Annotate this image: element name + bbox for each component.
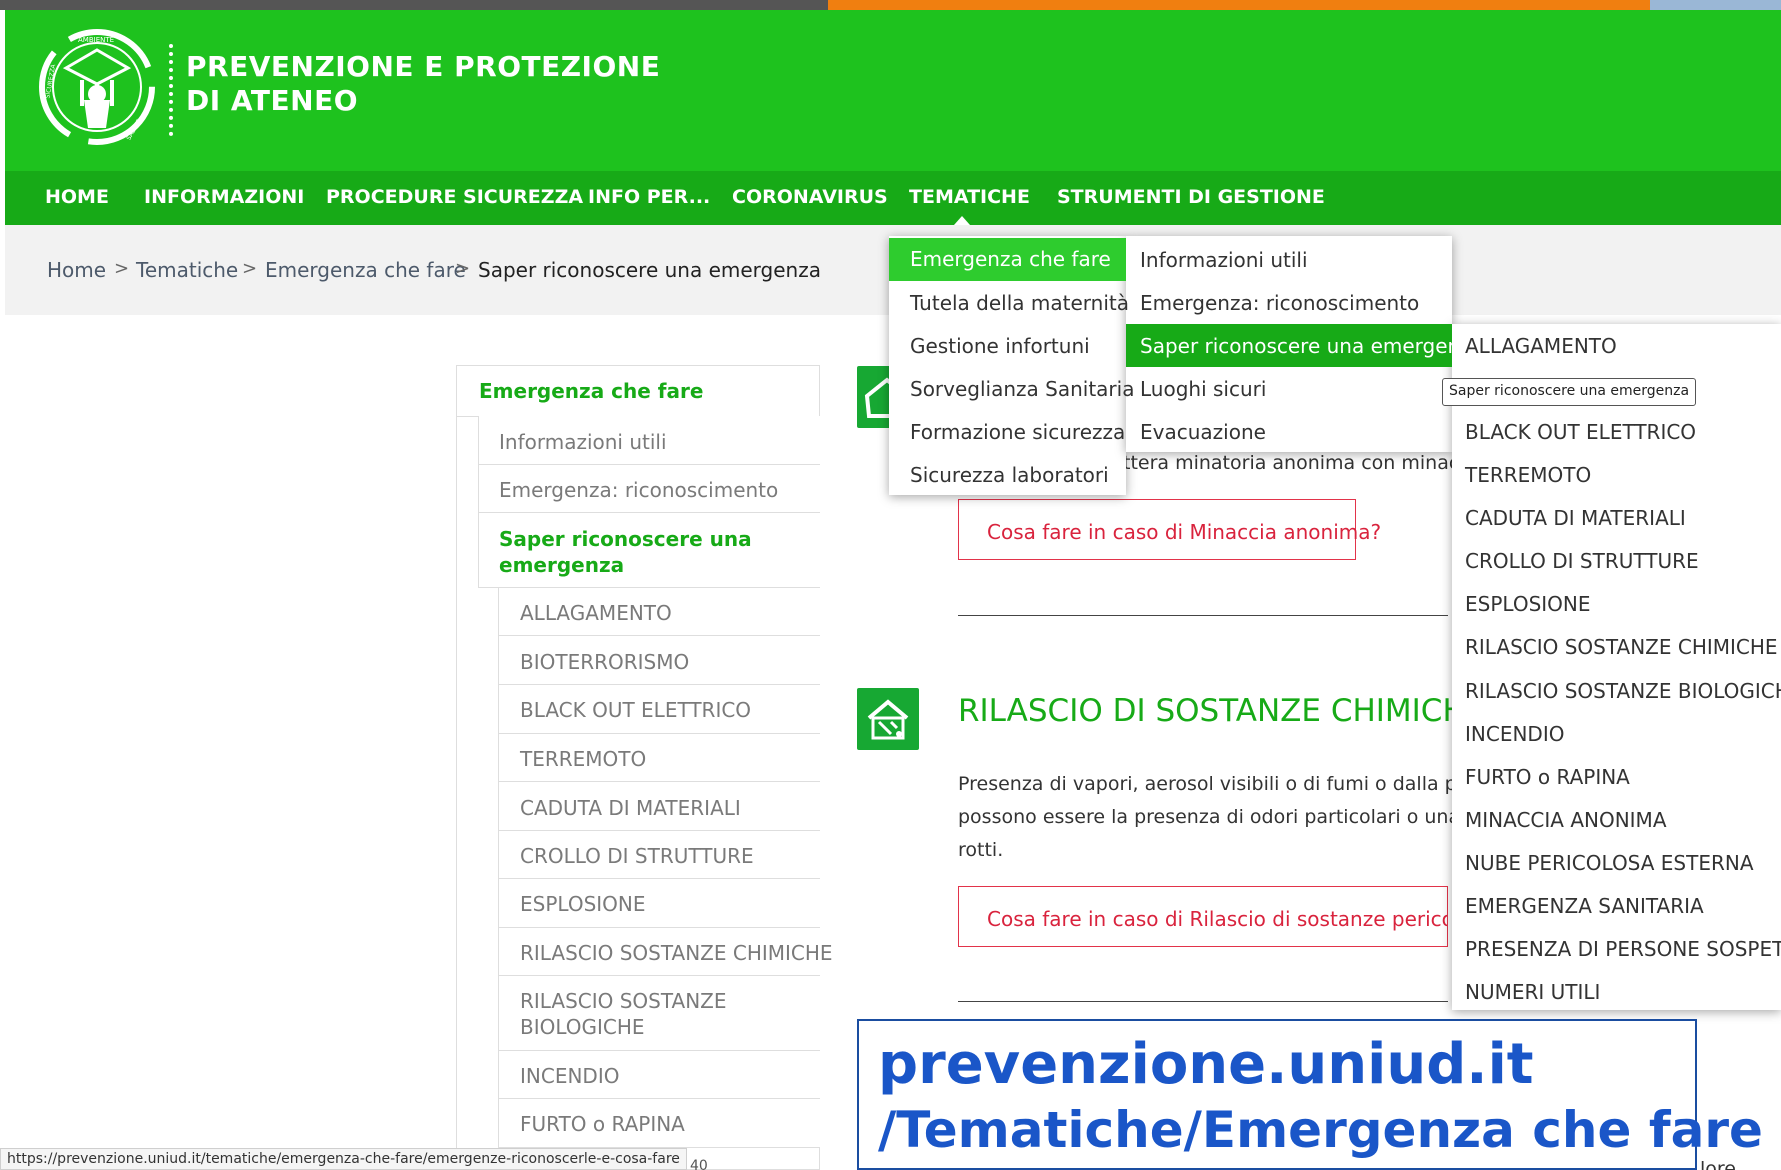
nav-home[interactable]: HOME (45, 186, 109, 208)
university-logo[interactable]: AMBIENTE SICUREZZA SALUTE (38, 28, 156, 146)
tooltip: Saper riconoscere una emergenza (1442, 378, 1697, 406)
logo-separator (169, 44, 173, 136)
section-divider (958, 1001, 1448, 1002)
submenu3-item[interactable]: BLACK OUT ELETTRICO (1465, 420, 1696, 444)
breadcrumb-separator: > (114, 258, 130, 279)
submenu-item-informazioni-utili[interactable]: Informazioni utili (1140, 248, 1308, 272)
submenu3-item[interactable]: NUBE PERICOLOSA ESTERNA (1465, 851, 1754, 875)
sidebar-subitem-label: INCENDIO (520, 1064, 620, 1088)
breadcrumb-tematiche[interactable]: Tematiche (136, 258, 238, 282)
sidebar-item-label: Saper riconoscere una (499, 527, 752, 551)
caption-domain: prevenzione.uniud.it (878, 1032, 1534, 1097)
sidebar-subitem-label: RILASCIO SOSTANZE CHIMICHE (520, 941, 833, 965)
submenu3-item[interactable]: ESPLOSIONE (1465, 592, 1591, 616)
sidebar-subitem-label: CROLLO DI STRUTTURE (520, 844, 754, 868)
sidebar-subitem-label: ESPLOSIONE (520, 892, 646, 916)
submenu-item-luoghi-sicuri[interactable]: Luoghi sicuri (1140, 377, 1266, 401)
page: AMBIENTE SICUREZZA SALUTE PREVENZIONE E … (0, 0, 1781, 1170)
submenu3-item[interactable]: RILASCIO SOSTANZE CHIMICHE (1465, 635, 1778, 659)
nav-coronavirus[interactable]: CORONAVIRUS (732, 186, 888, 208)
menu-item-formazione[interactable]: Formazione sicurezza (910, 420, 1125, 444)
section-divider (958, 615, 1448, 616)
sidebar-item-label: Emergenza: riconoscimento (499, 478, 779, 502)
submenu3-item[interactable]: TERREMOTO (1465, 463, 1591, 487)
sidebar-subitem-label: CADUTA DI MATERIALI (520, 796, 741, 820)
submenu3-item[interactable]: PRESENZA DI PERSONE SOSPETTE (1465, 937, 1781, 961)
minaccia-cta-button[interactable]: Cosa fare in caso di Minaccia anonima? (958, 499, 1381, 560)
submenu3-item[interactable]: ALLAGAMENTO (1465, 334, 1617, 358)
breadcrumb-emergenza[interactable]: Emergenza che fare (265, 258, 466, 282)
top-strip (828, 0, 1650, 10)
submenu3-item[interactable]: CROLLO DI STRUTTURE (1465, 549, 1699, 573)
logo-ring-text: AMBIENTE (78, 36, 114, 44)
menu-item-emergenza[interactable]: Emergenza che fare (889, 238, 1126, 281)
sidebar-subitem-label: BIOTERRORISMO (520, 650, 690, 674)
submenu3-item[interactable]: FURTO o RAPINA (1465, 765, 1630, 789)
nav-procedure-sicurezza[interactable]: PROCEDURE SICUREZZA (326, 186, 583, 208)
submenu-item-evacuazione[interactable]: Evacuazione (1140, 420, 1266, 444)
minaccia-text: ttera minatoria anonima con minaccia (1123, 452, 1487, 474)
nav-active-caret (954, 216, 970, 225)
submenu-item-saper-riconoscere[interactable]: Saper riconoscere una emergenza (1126, 324, 1483, 367)
nav-informazioni[interactable]: INFORMAZIONI (144, 186, 304, 208)
submenu3-item[interactable]: MINACCIA ANONIMA (1465, 808, 1667, 832)
sidebar-item-label: Informazioni utili (499, 430, 667, 454)
menu-item-infortuni[interactable]: Gestione infortuni (910, 334, 1090, 358)
sidebar-subitem-label: FURTO o RAPINA (520, 1112, 685, 1136)
menu-item-sorveglianza[interactable]: Sorveglianza Sanitaria (910, 377, 1134, 401)
breadcrumb-separator: > (455, 258, 471, 279)
chemical-hazard-icon (857, 688, 919, 750)
sidebar-subitem-label: RILASCIO SOSTANZE (520, 989, 727, 1013)
sidebar-subitem-label: BLACK OUT ELETTRICO (520, 698, 752, 722)
paragraph-line: Presenza di vapori, aerosol visibili o d… (958, 773, 1506, 795)
site-title[interactable]: PREVENZIONE E PROTEZIONE (186, 50, 660, 83)
sidebar-subitem-label: ALLAGAMENTO (520, 601, 672, 625)
submenu-item-riconoscimento[interactable]: Emergenza: riconoscimento (1140, 291, 1419, 315)
breadcrumb-home[interactable]: Home (47, 258, 106, 282)
caption-path: /Tematiche/Emergenza che fare (878, 1101, 1763, 1159)
submenu3-item[interactable]: CADUTA DI MATERIALI (1465, 506, 1686, 530)
sidebar-subitem[interactable] (498, 976, 820, 1051)
site-title[interactable]: DI ATENEO (186, 84, 358, 117)
top-strip (1650, 0, 1781, 10)
submenu3-item[interactable]: INCENDIO (1465, 722, 1564, 746)
status-trailing-text: 40 (690, 1158, 708, 1170)
nav-strumenti-di-gestione[interactable]: STRUMENTI DI GESTIONE (1057, 186, 1325, 208)
nav-info-per[interactable]: INFO PER... (588, 186, 710, 208)
sidebar-subitem-label: TERREMOTO (520, 747, 647, 771)
menu-item-tutela[interactable]: Tutela della maternità (910, 291, 1129, 315)
sidebar-item-label: emergenza (499, 553, 625, 577)
top-strip (0, 0, 828, 10)
nav-tematiche[interactable]: TEMATICHE (909, 186, 1030, 208)
trailing-text: lore (1700, 1158, 1736, 1170)
breadcrumb-current: Saper riconoscere una emergenza (478, 258, 821, 282)
paragraph-line: rotti. (958, 839, 1004, 861)
paragraph-line: possono essere la presenza di odori part… (958, 806, 1500, 828)
menu-item-laboratori[interactable]: Sicurezza laboratori (910, 463, 1109, 487)
submenu3-item[interactable]: EMERGENZA SANITARIA (1465, 894, 1704, 918)
sidebar-heading[interactable]: Emergenza che fare (479, 379, 703, 403)
status-bar-url: https://prevenzione.uniud.it/tematiche/e… (0, 1148, 687, 1170)
submenu3-item[interactable]: NUMERI UTILI (1465, 980, 1600, 1004)
sidebar-subitem-label: BIOLOGICHE (520, 1015, 645, 1039)
breadcrumb-separator: > (242, 258, 258, 279)
section-title: RILASCIO DI SOSTANZE CHIMICHE (958, 693, 1486, 729)
rilascio-cta-button[interactable]: Cosa fare in caso di Rilascio di sostanz… (958, 886, 1448, 947)
submenu3-item[interactable]: RILASCIO SOSTANZE BIOLOGICHE (1465, 679, 1781, 703)
